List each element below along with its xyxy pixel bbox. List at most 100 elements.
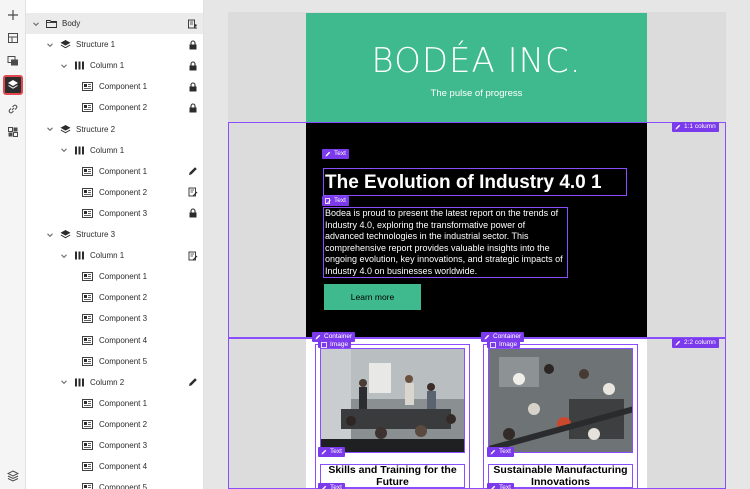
- add-icon[interactable]: [3, 5, 23, 25]
- tree-row-structure[interactable]: Structure 3: [26, 224, 203, 245]
- tree-row-component[interactable]: Component 5: [26, 477, 203, 489]
- lock-icon[interactable]: [188, 208, 198, 218]
- column-icon: [74, 145, 85, 156]
- tree-row-label: Component 1: [99, 398, 148, 408]
- image-tag-2[interactable]: Image: [487, 341, 521, 348]
- card-body-text-tag-1[interactable]: Text: [318, 483, 345, 489]
- tree-row-structure[interactable]: Structure 1: [26, 34, 203, 55]
- tree-row-component[interactable]: Component 3: [26, 435, 203, 456]
- header-section[interactable]: BODÉA INC. The pulse of progress: [306, 13, 647, 122]
- tree-row-folder[interactable]: Body: [26, 13, 203, 34]
- template-icon[interactable]: [3, 28, 23, 48]
- tag-label: 2:2 column: [684, 339, 716, 346]
- pencil-icon[interactable]: [188, 166, 198, 176]
- tree-row-column[interactable]: Column 1: [26, 55, 203, 76]
- tag-label: Container: [493, 333, 522, 340]
- email-body[interactable]: BODÉA INC. The pulse of progress The Evo…: [306, 13, 647, 489]
- tree-row-column[interactable]: Column 1: [26, 140, 203, 161]
- lock-icon[interactable]: [188, 103, 198, 113]
- tree-row-label: Component 2: [99, 103, 148, 113]
- chevron-down-icon[interactable]: [60, 62, 68, 70]
- component-icon: [82, 187, 93, 198]
- tree-row-label: Component 5: [99, 483, 148, 489]
- lock-icon[interactable]: [188, 61, 198, 71]
- assets-icon[interactable]: [3, 51, 23, 71]
- pencil-icon: [490, 485, 496, 489]
- tree-row-component[interactable]: Component 3: [26, 308, 203, 329]
- edit-note-icon[interactable]: [188, 187, 198, 197]
- component-icon: [82, 461, 93, 472]
- chevron-down-icon[interactable]: [46, 41, 54, 49]
- tree-row-component[interactable]: Component 3: [26, 203, 203, 224]
- card-title-text-tag-1[interactable]: Text: [318, 447, 345, 457]
- tree-row-column[interactable]: Column 1: [26, 245, 203, 266]
- component-icon: [82, 208, 93, 219]
- lock-icon[interactable]: [188, 40, 198, 50]
- chevron-down-icon[interactable]: [60, 146, 68, 154]
- headline-text-tag[interactable]: Text: [322, 149, 349, 159]
- pencil-icon: [315, 334, 321, 340]
- tree-row-component[interactable]: Component 1: [26, 76, 203, 97]
- layers-icon[interactable]: [3, 75, 23, 95]
- tag-label: Text: [334, 197, 346, 204]
- column-1-1-tag[interactable]: 1:1 column: [672, 122, 719, 132]
- card-title-text-tag-2[interactable]: Text: [487, 447, 514, 457]
- components-icon[interactable]: [3, 122, 23, 142]
- learn-more-button[interactable]: Learn more: [324, 284, 421, 310]
- pencil-icon: [490, 449, 496, 455]
- headline-text[interactable]: The Evolution of Industry 4.0 1: [323, 168, 627, 196]
- pencil-icon: [675, 124, 681, 130]
- column-2-2-tag[interactable]: 2:2 column: [672, 338, 719, 348]
- tree-row-label: Component 1: [99, 166, 148, 176]
- pencil-icon: [325, 151, 331, 157]
- edit-note-icon[interactable]: [188, 251, 198, 261]
- tree-row-component[interactable]: Component 4: [26, 456, 203, 477]
- tree-row-component[interactable]: Component 1: [26, 393, 203, 414]
- pencil-icon: [321, 485, 327, 489]
- tree-row-component[interactable]: Component 4: [26, 330, 203, 351]
- card-image-workshop[interactable]: [488, 348, 633, 453]
- tree-row-label: Body: [62, 19, 81, 28]
- card-container-2[interactable]: Sustainable Manufacturing Innovations: [483, 344, 638, 489]
- tree-row-column[interactable]: Column 2: [26, 372, 203, 393]
- layers-panel: Body Structure 1 Column 1 Component 1 Compon…: [26, 0, 204, 489]
- pencil-icon[interactable]: [188, 377, 198, 387]
- lock-icon[interactable]: [188, 82, 198, 92]
- tag-label: Text: [330, 448, 342, 455]
- link-icon[interactable]: [3, 99, 23, 119]
- tree-row-component[interactable]: Component 2: [26, 182, 203, 203]
- tree-row-label: Component 4: [99, 462, 148, 472]
- card-container-1[interactable]: Skills and Training for the Future: [315, 344, 470, 489]
- column-icon: [74, 60, 85, 71]
- structure-icon: [60, 124, 71, 135]
- card-image-meeting[interactable]: [320, 348, 465, 453]
- column-icon: [74, 377, 85, 388]
- tag-label: Text: [330, 484, 342, 489]
- tree-row-component[interactable]: Component 1: [26, 266, 203, 287]
- tree-row-component[interactable]: Component 1: [26, 161, 203, 182]
- paragraph-text[interactable]: Bodea is proud to present the latest rep…: [323, 207, 568, 278]
- image-tag-1[interactable]: Image: [318, 341, 352, 348]
- layers-settings-icon[interactable]: [3, 466, 23, 486]
- chevron-down-icon[interactable]: [60, 378, 68, 386]
- component-icon: [82, 292, 93, 303]
- chevron-down-icon[interactable]: [60, 252, 68, 260]
- tree-row-label: Component 3: [99, 441, 148, 450]
- tag-label: Text: [499, 484, 511, 489]
- hero-section[interactable]: The Evolution of Industry 4.0 1 Bodea is…: [306, 122, 647, 337]
- pencil-icon: [675, 340, 681, 346]
- tree-row-component[interactable]: Component 2: [26, 414, 203, 435]
- chevron-down-icon[interactable]: [32, 20, 40, 28]
- personalize-icon[interactable]: [188, 19, 198, 29]
- tree-row-label: Column 1: [90, 61, 125, 71]
- component-icon: [82, 440, 93, 451]
- tree-row-component[interactable]: Component 2: [26, 287, 203, 308]
- chevron-down-icon[interactable]: [46, 231, 54, 239]
- paragraph-text-tag[interactable]: Text: [322, 196, 349, 206]
- tree-row-component[interactable]: Component 2: [26, 97, 203, 118]
- tree-row-component[interactable]: Component 5: [26, 351, 203, 372]
- tree-row-label: Component 2: [99, 419, 148, 429]
- card-body-text-tag-2[interactable]: Text: [487, 483, 514, 489]
- tree-row-structure[interactable]: Structure 2: [26, 119, 203, 140]
- chevron-down-icon[interactable]: [46, 125, 54, 133]
